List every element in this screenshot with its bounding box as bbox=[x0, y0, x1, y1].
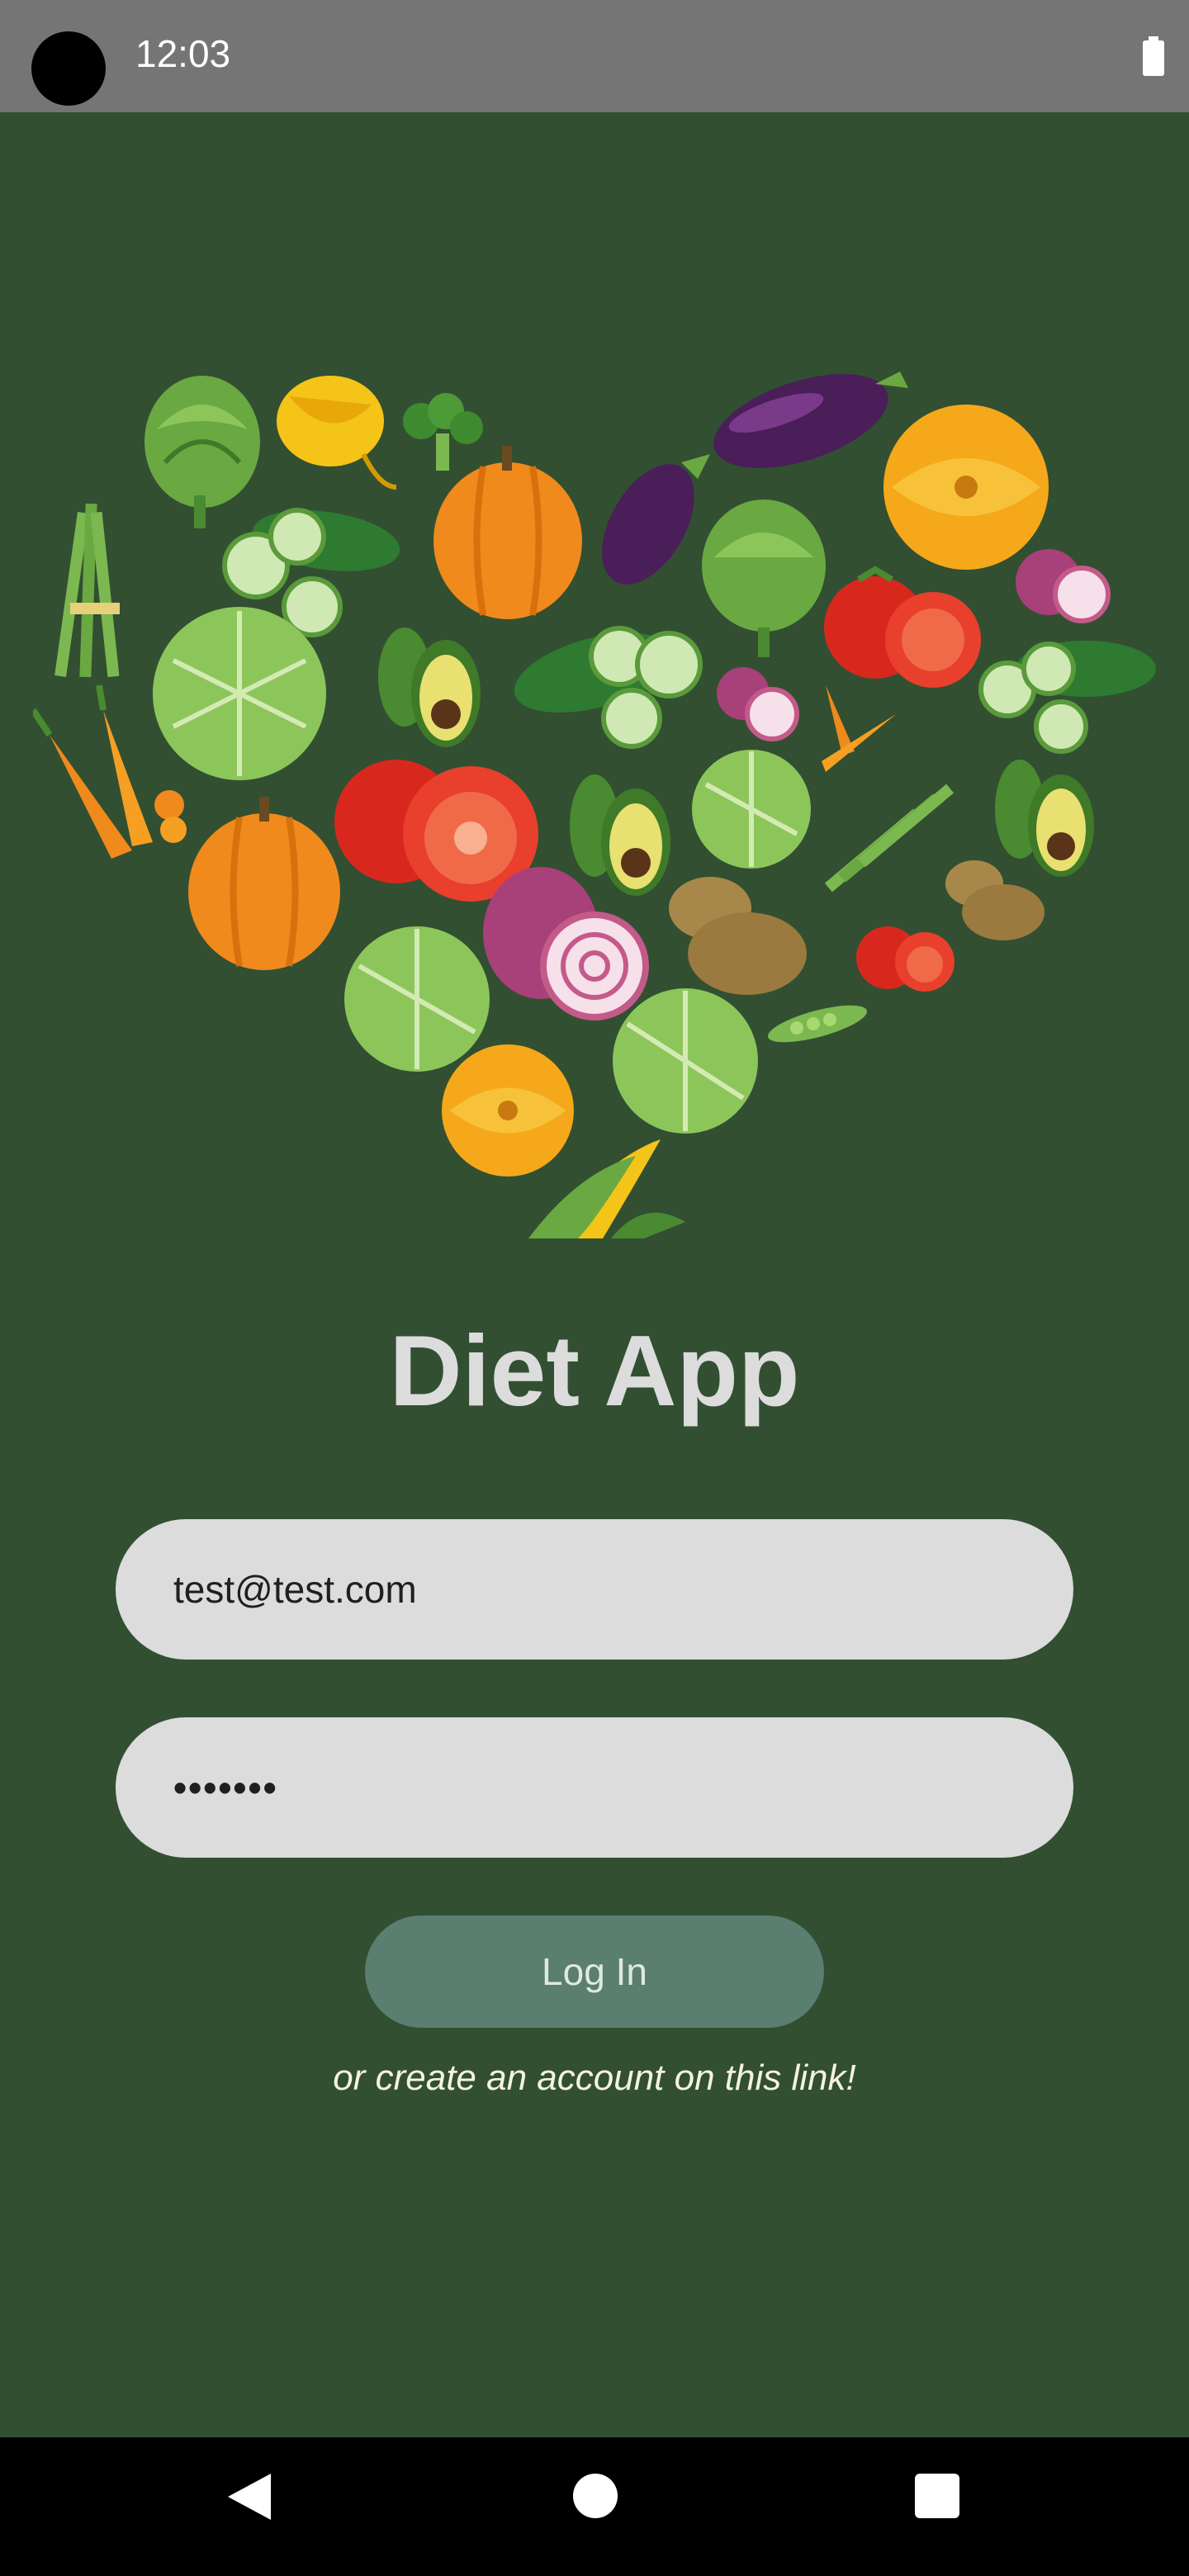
onion-center-icon bbox=[717, 667, 799, 741]
status-bar: 12:03 bbox=[0, 0, 1189, 112]
cucumber-right-icon bbox=[978, 641, 1156, 754]
avocado-right-icon bbox=[995, 760, 1094, 877]
artichoke-icon bbox=[144, 376, 260, 528]
password-field[interactable]: ••••••• bbox=[116, 1717, 1073, 1858]
eggplant-icon bbox=[713, 372, 908, 468]
create-account-link[interactable]: or create an account on this link! bbox=[0, 2057, 1189, 2099]
camera-cutout bbox=[31, 31, 106, 106]
tomato-icon bbox=[824, 566, 981, 688]
cabbage-bottom-right-icon bbox=[613, 988, 758, 1134]
cabbage-small-icon bbox=[692, 750, 811, 869]
artichoke-right-icon bbox=[702, 500, 826, 657]
red-onion-icon bbox=[1016, 549, 1111, 623]
cucumber-center-icon bbox=[514, 626, 703, 749]
home-circle-icon[interactable] bbox=[573, 2474, 618, 2518]
app-title: Diet App bbox=[389, 1314, 800, 1427]
broccoli-icon bbox=[403, 393, 483, 471]
cabbage-bottom-icon bbox=[344, 926, 490, 1072]
navigation-bar bbox=[0, 2437, 1189, 2576]
peas-icon bbox=[767, 1005, 868, 1043]
asparagus-right-icon bbox=[824, 784, 955, 893]
avocado-icon bbox=[378, 627, 481, 747]
vegetable-heart-illustration bbox=[33, 372, 1156, 1238]
email-field[interactable]: test@test.com bbox=[116, 1519, 1073, 1660]
tomato-small-icon bbox=[856, 926, 955, 992]
pumpkin-icon bbox=[433, 446, 582, 619]
eggplant-small-icon bbox=[602, 454, 710, 585]
login-button[interactable]: Log In bbox=[365, 1915, 824, 2028]
cabbage-icon bbox=[153, 607, 326, 780]
asparagus-icon bbox=[54, 503, 120, 678]
pattypan-squash-icon bbox=[883, 405, 1049, 570]
squash-icon bbox=[277, 376, 397, 490]
potato-icon bbox=[669, 860, 1045, 995]
battery-full-icon bbox=[1143, 36, 1164, 76]
login-screen: 12:03 Diet App test@test.com ••••••• Log… bbox=[0, 0, 1189, 2576]
avocado-center-icon bbox=[570, 774, 670, 896]
back-triangle-icon[interactable] bbox=[223, 2470, 276, 2523]
status-time: 12:03 bbox=[135, 32, 231, 75]
pumpkin-left-icon bbox=[188, 797, 340, 970]
pattypan-squash-bottom-icon bbox=[442, 1044, 574, 1177]
recents-square-icon[interactable] bbox=[915, 2474, 959, 2518]
